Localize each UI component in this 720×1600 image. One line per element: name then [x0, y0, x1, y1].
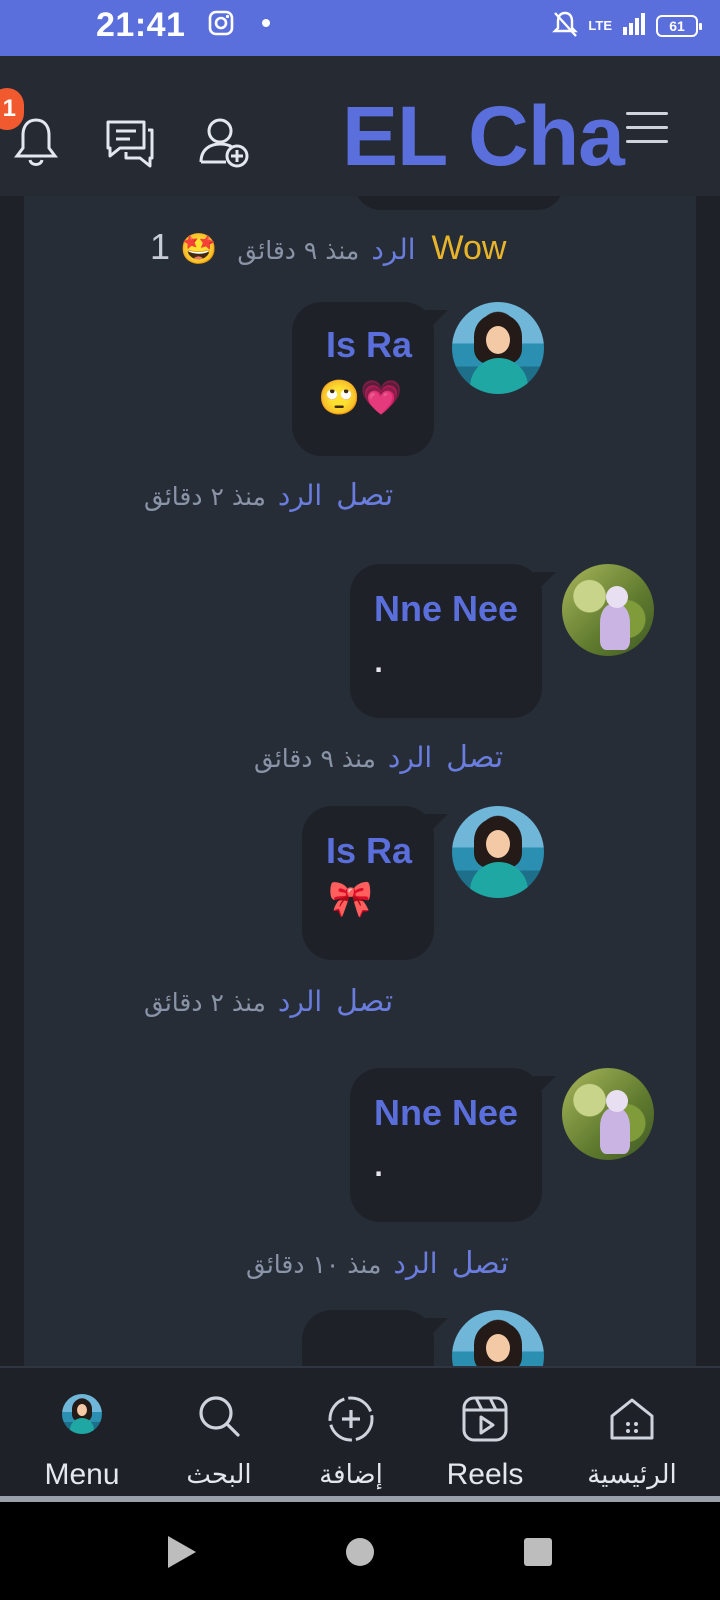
comment-author[interactable]: Nne Nee [374, 1092, 518, 1134]
nav-label: الرئيسية [587, 1460, 677, 1490]
comment-meta-row: 1 🤩 منذ ٩ دقائق الرد Wow [150, 226, 507, 268]
reels-icon [460, 1394, 510, 1448]
reply-link[interactable]: الرد [278, 985, 322, 1018]
brand-logo[interactable]: EL Cha [342, 94, 625, 178]
nav-search[interactable]: البحث [164, 1368, 274, 1502]
comment-time: منذ ٩ دقائق [237, 236, 360, 265]
comment-author[interactable]: Is Ra [326, 830, 412, 872]
bell-icon[interactable] [12, 114, 60, 174]
reaction-count: 1 [150, 226, 171, 267]
comment-time: منذ ٢ دقائق [144, 482, 266, 511]
nav-add[interactable]: إضافة [296, 1368, 406, 1502]
comment-meta-row: منذ ٩ دقائق الرد تصل [254, 740, 503, 775]
connect-link[interactable]: تصل [336, 478, 393, 513]
bottom-navigation: Menu البحث إضافة Reels الرئيسية [0, 1366, 720, 1500]
battery-icon: 61 [656, 15, 702, 37]
star-struck-emoji-icon: 🤩 [180, 232, 218, 267]
comment-meta-row: منذ ٢ دقائق الرد تصل [144, 984, 393, 1019]
search-icon [197, 1394, 241, 1442]
comment-text: . [374, 650, 384, 678]
reply-link[interactable]: الرد [393, 1247, 437, 1280]
reply-link[interactable]: الرد [278, 479, 322, 512]
nav-menu[interactable]: Menu [22, 1368, 142, 1502]
status-time: 21:41 [96, 6, 186, 44]
comment-text: 🎀 [328, 879, 373, 920]
status-bar: 21:41 LTE 61 [0, 0, 720, 56]
avatar[interactable] [452, 1310, 544, 1366]
nav-label: Reels [446, 1458, 524, 1491]
connect-link[interactable]: تصل [452, 1246, 509, 1281]
profile-avatar-icon [62, 1394, 102, 1434]
mute-icon [552, 10, 579, 42]
chat-icon[interactable] [104, 116, 156, 174]
reply-link[interactable]: الرد [388, 741, 432, 774]
nav-label: إضافة [319, 1460, 383, 1490]
comment-meta-row: منذ ١٠ دقائق الرد تصل [246, 1246, 509, 1281]
avatar[interactable] [562, 564, 654, 656]
comment-bubble-partial [354, 196, 564, 210]
avatar[interactable] [562, 1068, 654, 1160]
comment-text: . [374, 1154, 384, 1182]
nav-reels[interactable]: Reels [430, 1368, 540, 1502]
comment-author[interactable]: Is Ra [326, 324, 412, 366]
network-label: LTE [588, 18, 612, 33]
recent-apps-icon[interactable] [524, 1538, 552, 1566]
comment-time: منذ ٩ دقائق [254, 744, 376, 773]
reaction-wow-label[interactable]: Wow [432, 229, 507, 268]
back-icon[interactable] [168, 1536, 196, 1568]
status-icons: LTE 61 [552, 10, 702, 42]
nav-label: البحث [186, 1460, 252, 1490]
avatar[interactable] [452, 302, 544, 394]
avatar[interactable] [452, 806, 544, 898]
notification-dot-icon [262, 19, 270, 27]
comment-time: منذ ٢ دقائق [144, 988, 266, 1017]
app-screen: 21:41 LTE 61 1 EL Cha 1 🤩 منذ ٩ دقائق ال… [0, 0, 720, 1600]
add-user-icon[interactable] [198, 116, 250, 174]
home-button-icon[interactable] [346, 1538, 374, 1566]
connect-link[interactable]: تصل [446, 740, 503, 775]
hamburger-menu-icon[interactable] [626, 112, 668, 154]
nav-home[interactable]: الرئيسية [572, 1368, 692, 1502]
comment-bubble-partial [302, 1310, 448, 1366]
comment-author[interactable]: Nne Nee [374, 588, 518, 630]
comment-text: 🙄💗 [318, 378, 403, 418]
add-circle-icon [326, 1394, 376, 1448]
instagram-icon [208, 10, 234, 40]
system-navigation-bar [0, 1502, 720, 1600]
connect-link[interactable]: تصل [336, 984, 393, 1019]
comment-time: منذ ١٠ دقائق [246, 1250, 382, 1279]
home-icon [607, 1394, 657, 1448]
comment-meta-row: منذ ٢ دقائق الرد تصل [144, 478, 393, 513]
signal-icon [622, 13, 646, 39]
reply-link[interactable]: الرد [371, 233, 415, 266]
nav-label: Menu [44, 1458, 120, 1491]
comment-thread: 1 🤩 منذ ٩ دقائق الرد Wow Is Ra 🙄💗 منذ ٢ … [24, 196, 696, 1366]
